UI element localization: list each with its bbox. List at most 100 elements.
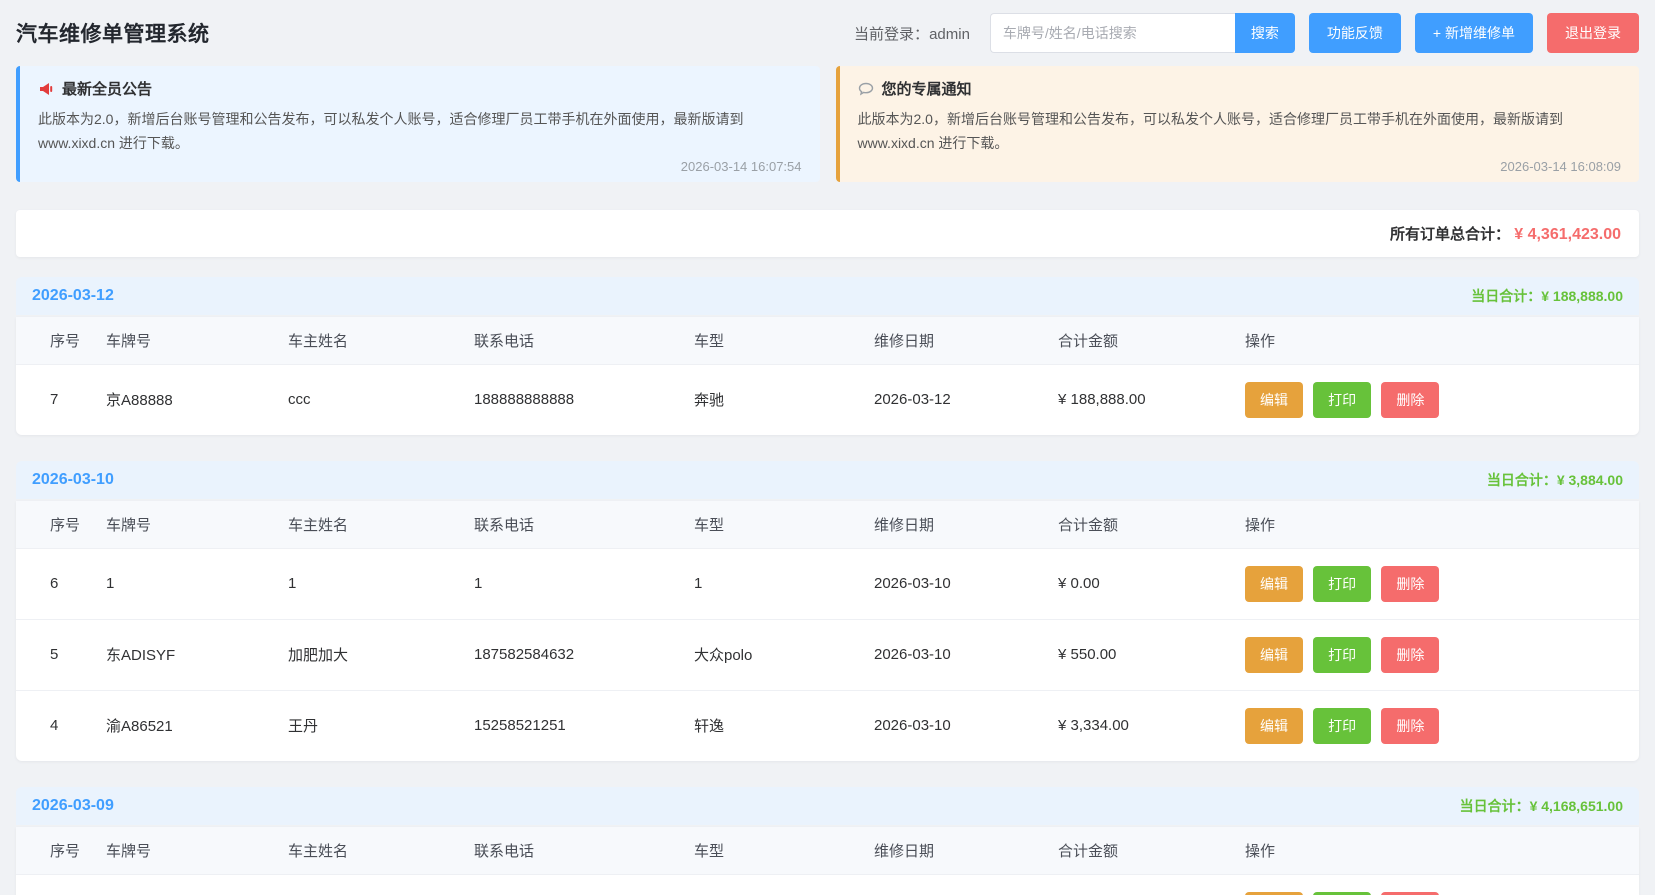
order-amount: ¥ 105,709.00 (1058, 874, 1245, 895)
order-model: 比亚迪G5 (694, 874, 874, 895)
announcement-title: 最新全员公告 (38, 78, 802, 99)
column-header: 序号 (16, 827, 106, 875)
edit-button[interactable]: 编辑 (1245, 708, 1303, 744)
column-header: 车牌号 (106, 317, 288, 365)
app-header: 汽车维修单管理系统 当前登录：admin 搜索 功能反馈 + 新增维修单 退出登… (0, 0, 1655, 66)
delete-button[interactable]: 删除 (1381, 708, 1439, 744)
column-header: 维修日期 (874, 317, 1058, 365)
order-seq: 7 (16, 364, 106, 435)
order-owner: 王丹 (288, 690, 474, 761)
print-button[interactable]: 打印 (1313, 566, 1371, 602)
day-section-header: 2026-03-10 当日合计：¥ 3,884.00 (16, 461, 1639, 499)
edit-button[interactable]: 编辑 (1245, 637, 1303, 673)
order-seq: 4 (16, 690, 106, 761)
orders-total-label: 所有订单总合计： (1390, 226, 1510, 243)
day-section: 2026-03-12 当日合计：¥ 188,888.00 序号车牌号车主姓名联系… (16, 277, 1639, 435)
order-model: 轩逸 (694, 690, 874, 761)
feedback-button[interactable]: 功能反馈 (1309, 13, 1401, 53)
daily-total-amount: ¥ 4,168,651.00 (1530, 798, 1623, 814)
orders-table-card: 序号车牌号车主姓名联系电话车型维修日期合计金额操作 6 1 1 1 1 2026… (16, 501, 1639, 761)
order-row: 3 渝A88888 好地方 18545854569 比亚迪G5 2026-03-… (16, 874, 1639, 895)
personal-notice-card: 您的专属通知 此版本为2.0，新增后台账号管理和公告发布，可以私发个人账号，适合… (836, 66, 1640, 182)
day-section: 2026-03-10 当日合计：¥ 3,884.00 序号车牌号车主姓名联系电话… (16, 461, 1639, 761)
order-owner: 1 (288, 548, 474, 619)
order-actions: 编辑 打印 删除 (1245, 548, 1639, 619)
announcement-card: 最新全员公告 此版本为2.0，新增后台账号管理和公告发布，可以私发个人账号，适合… (16, 66, 820, 182)
logout-button[interactable]: 退出登录 (1547, 13, 1639, 53)
orders-table-card: 序号车牌号车主姓名联系电话车型维修日期合计金额操作 3 渝A88888 好地方 … (16, 827, 1639, 895)
order-seq: 3 (16, 874, 106, 895)
column-header: 序号 (16, 501, 106, 549)
order-row: 4 渝A86521 王丹 15258521251 轩逸 2026-03-10 ¥… (16, 690, 1639, 761)
edit-button[interactable]: 编辑 (1245, 566, 1303, 602)
order-row: 5 东ADISYF 加肥加大 187582584632 大众polo 2026-… (16, 619, 1639, 690)
order-row: 6 1 1 1 1 2026-03-10 ¥ 0.00 编辑 打印 删除 (16, 548, 1639, 619)
personal-notice-title-text: 您的专属通知 (882, 78, 972, 99)
order-actions: 编辑 打印 删除 (1245, 619, 1639, 690)
print-button[interactable]: 打印 (1313, 637, 1371, 673)
order-phone: 188888888888 (474, 364, 694, 435)
column-header: 车主姓名 (288, 501, 474, 549)
search-group: 搜索 (990, 13, 1295, 53)
announcement-body: 此版本为2.0，新增后台账号管理和公告发布，可以私发个人账号，适合修理厂员工带手… (38, 108, 802, 156)
order-model: 1 (694, 548, 874, 619)
column-header: 车型 (694, 501, 874, 549)
current-login: 当前登录：admin (854, 23, 970, 44)
daily-total: 当日合计：¥ 4,168,651.00 (1460, 796, 1623, 816)
print-button[interactable]: 打印 (1313, 382, 1371, 418)
search-button[interactable]: 搜索 (1235, 13, 1295, 53)
table-header-row: 序号车牌号车主姓名联系电话车型维修日期合计金额操作 (16, 317, 1639, 365)
personal-notice-body: 此版本为2.0，新增后台账号管理和公告发布，可以私发个人账号，适合修理厂员工带手… (858, 108, 1622, 156)
personal-notice-timestamp: 2026-03-14 16:08:09 (858, 159, 1622, 174)
orders-table: 序号车牌号车主姓名联系电话车型维修日期合计金额操作 6 1 1 1 1 2026… (16, 501, 1639, 761)
column-header: 操作 (1245, 317, 1639, 365)
column-header: 车型 (694, 317, 874, 365)
column-header: 联系电话 (474, 827, 694, 875)
column-header: 车主姓名 (288, 827, 474, 875)
daily-total-label: 当日合计： (1471, 288, 1541, 304)
orders-total-amount: ¥ 4,361,423.00 (1514, 226, 1621, 243)
order-owner: 加肥加大 (288, 619, 474, 690)
daily-total-label: 当日合计： (1487, 472, 1557, 488)
delete-button[interactable]: 删除 (1381, 566, 1439, 602)
delete-button[interactable]: 删除 (1381, 637, 1439, 673)
day-section-header: 2026-03-12 当日合计：¥ 188,888.00 (16, 277, 1639, 315)
notice-row: 最新全员公告 此版本为2.0，新增后台账号管理和公告发布，可以私发个人账号，适合… (0, 66, 1655, 182)
order-plate: 京A88888 (106, 364, 288, 435)
column-header: 联系电话 (474, 501, 694, 549)
edit-button[interactable]: 编辑 (1245, 382, 1303, 418)
order-seq: 6 (16, 548, 106, 619)
column-header: 车牌号 (106, 827, 288, 875)
add-repair-order-button[interactable]: + 新增维修单 (1415, 13, 1533, 53)
print-button[interactable]: 打印 (1313, 708, 1371, 744)
order-amount: ¥ 550.00 (1058, 619, 1245, 690)
delete-button[interactable]: 删除 (1381, 892, 1439, 895)
personal-notice-title: 您的专属通知 (858, 78, 1622, 99)
edit-button[interactable]: 编辑 (1245, 892, 1303, 895)
print-button[interactable]: 打印 (1313, 892, 1371, 895)
orders-table: 序号车牌号车主姓名联系电话车型维修日期合计金额操作 7 京A88888 ccc … (16, 317, 1639, 435)
section-date: 2026-03-12 (32, 287, 114, 305)
table-header-row: 序号车牌号车主姓名联系电话车型维修日期合计金额操作 (16, 501, 1639, 549)
order-date: 2026-03-10 (874, 690, 1058, 761)
column-header: 车牌号 (106, 501, 288, 549)
daily-total-amount: ¥ 3,884.00 (1557, 472, 1623, 488)
order-owner: ccc (288, 364, 474, 435)
search-input[interactable] (990, 13, 1235, 53)
column-header: 维修日期 (874, 827, 1058, 875)
header-actions: 当前登录：admin 搜索 功能反馈 + 新增维修单 退出登录 (854, 13, 1639, 53)
username: admin (929, 26, 970, 43)
daily-total-label: 当日合计： (1460, 798, 1530, 814)
order-seq: 5 (16, 619, 106, 690)
column-header: 操作 (1245, 827, 1639, 875)
delete-button[interactable]: 删除 (1381, 382, 1439, 418)
section-date: 2026-03-09 (32, 797, 114, 815)
order-amount: ¥ 0.00 (1058, 548, 1245, 619)
order-amount: ¥ 188,888.00 (1058, 364, 1245, 435)
order-model: 大众polo (694, 619, 874, 690)
order-date: 2026-03-10 (874, 619, 1058, 690)
column-header: 车型 (694, 827, 874, 875)
order-amount: ¥ 3,334.00 (1058, 690, 1245, 761)
order-actions: 编辑 打印 删除 (1245, 690, 1639, 761)
column-header: 序号 (16, 317, 106, 365)
